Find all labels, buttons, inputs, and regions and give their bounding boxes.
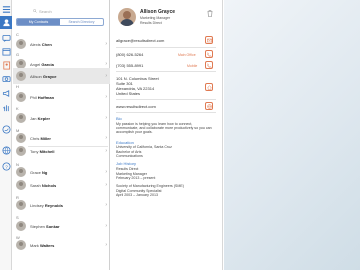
contact-row-alexis-chen[interactable]: Alexis Chen › — [13, 36, 110, 52]
contact-name: Allison Grayce — [30, 73, 57, 79]
avatar — [16, 113, 26, 123]
avatar — [16, 180, 26, 190]
contact-row-stephen-sonkar[interactable]: Stephen Sonkar › — [13, 218, 110, 234]
chevron-right-icon: › — [105, 242, 107, 248]
chevron-right-icon: › — [105, 223, 107, 229]
contact-row-allison-grayce[interactable]: Allison Grayce › — [13, 68, 110, 84]
bio-text: My passion is helping you learn how to c… — [116, 122, 212, 135]
tab-my-contacts[interactable]: My Contacts — [17, 19, 60, 25]
address-line: United States — [116, 91, 141, 96]
job-line: February 2013 – present — [116, 176, 156, 180]
megaphone-icon[interactable] — [1, 88, 11, 98]
contact-name: Stephen Sonkar — [30, 223, 60, 229]
camera-icon[interactable] — [1, 73, 11, 83]
help-icon[interactable]: ? — [1, 161, 11, 171]
trash-icon[interactable] — [207, 10, 213, 17]
contact-name: Grace Ng — [30, 169, 48, 175]
search-icon — [33, 9, 37, 13]
chat-icon[interactable] — [1, 33, 11, 43]
contact-name: Chris Miller — [30, 135, 51, 141]
menu-icon[interactable] — [1, 4, 11, 14]
job-history-heading: Job History — [116, 161, 137, 166]
contact-name: Tony Mitchell — [30, 148, 55, 154]
chevron-right-icon: › — [105, 61, 107, 67]
phone-number[interactable]: (800) 626-5264 — [116, 52, 216, 57]
mail-icon[interactable] — [205, 36, 213, 44]
profile-avatar — [118, 8, 136, 26]
profile-company: Results Direct — [140, 21, 162, 25]
chevron-right-icon: › — [105, 202, 107, 208]
contact-name: Alexis Chen — [30, 41, 52, 47]
contacts-icon[interactable] — [0, 16, 12, 29]
contact-name: Phil Hoffman — [30, 94, 55, 100]
search-field[interactable]: Search — [33, 8, 81, 14]
phone-icon[interactable] — [205, 61, 213, 69]
field-divider — [116, 99, 216, 100]
calendar-icon[interactable] — [1, 46, 11, 56]
chevron-right-icon: › — [105, 169, 107, 175]
avatar — [16, 133, 26, 143]
email-value[interactable]: allgrace@resultsdirect.com — [116, 38, 216, 43]
chevron-right-icon: › — [105, 41, 107, 47]
contact-row-sarah-nichols[interactable]: Sarah Nichols › — [13, 177, 110, 193]
phone-icon[interactable] — [205, 50, 213, 58]
globe-link-icon[interactable] — [205, 102, 213, 110]
home-icon[interactable] — [205, 83, 213, 91]
chevron-right-icon: › — [105, 148, 107, 154]
contact-row-tony-mitchell[interactable]: Tony Mitchell › — [13, 143, 110, 159]
contacts-book-icon[interactable] — [1, 60, 11, 70]
avatar — [16, 221, 26, 231]
chevron-right-icon: › — [105, 73, 107, 79]
profile-title: Marketing Manager — [140, 16, 171, 20]
empty-background-area — [224, 0, 360, 270]
avatar — [16, 200, 26, 210]
twitter-icon[interactable] — [1, 124, 11, 134]
chevron-right-icon: › — [105, 135, 107, 141]
search-placeholder: Search — [39, 8, 52, 14]
chevron-right-icon: › — [105, 182, 107, 188]
field-divider — [116, 112, 216, 113]
avatar — [16, 92, 26, 102]
avatar — [16, 146, 26, 156]
chevron-right-icon: › — [105, 94, 107, 100]
contact-name: Lindsey Reynolds — [30, 202, 63, 208]
contact-name: Angel Garcia — [30, 61, 54, 67]
svg-text:?: ? — [5, 164, 8, 169]
bio-heading: Bio — [116, 116, 122, 121]
avatar — [16, 39, 26, 49]
field-divider — [116, 47, 216, 48]
hand-icon[interactable] — [1, 102, 11, 112]
contact-row-phil-hoffman[interactable]: Phil Hoffman › — [13, 89, 110, 105]
profile-name: Allison Grayce — [140, 9, 176, 15]
globe-icon[interactable] — [1, 145, 11, 155]
phone-label: Mobile — [187, 64, 198, 68]
contact-row-jan-kepler[interactable]: Jan Kepler › — [13, 110, 110, 126]
contact-row-lindsey-reynolds[interactable]: Lindsey Reynolds › — [13, 197, 110, 213]
phone-number[interactable]: (703) 555-8991 — [116, 63, 216, 68]
avatar — [16, 167, 26, 177]
tab-search-directory[interactable]: Search Directory — [60, 19, 103, 25]
avatar — [16, 240, 26, 250]
contact-name: Sarah Nichols — [30, 182, 57, 188]
field-divider — [116, 71, 216, 72]
job-line: April 2003 – January 2013 — [116, 193, 158, 197]
contact-row-mark-walters[interactable]: Mark Walters › — [13, 237, 110, 253]
chevron-right-icon: › — [105, 115, 107, 121]
contact-name: Mark Walters — [30, 242, 55, 248]
website-value[interactable]: www.resultsdirect.com — [116, 104, 216, 109]
education-line: Communications — [116, 154, 143, 158]
contacts-segmented-control: My Contacts Search Directory — [16, 18, 104, 26]
avatar — [16, 71, 26, 81]
contact-name: Jan Kepler — [30, 115, 51, 121]
phone-label: Main Office — [178, 53, 196, 57]
